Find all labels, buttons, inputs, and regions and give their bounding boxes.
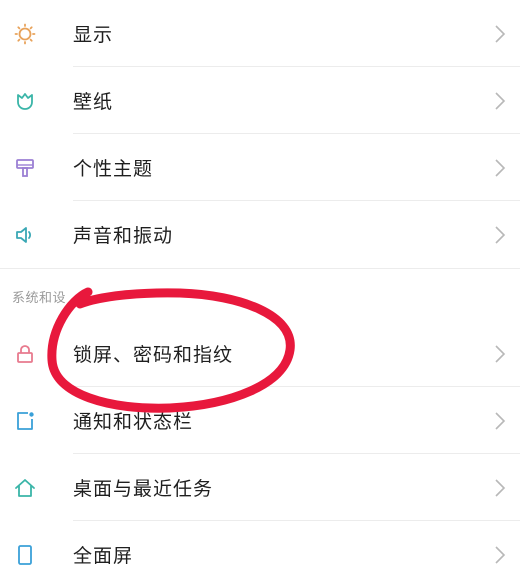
settings-item-label: 壁纸 [73,91,114,113]
settings-item-themes[interactable]: 个性主题 [0,134,520,201]
chevron-right-icon [495,158,506,177]
settings-item-label: 通知和状态栏 [73,411,194,433]
settings-item-label: 桌面与最近任务 [73,478,214,500]
settings-item-label: 声音和振动 [73,225,174,247]
lock-icon [14,343,36,365]
settings-list: 显示 壁纸 个性主题 声音和振动 系统和设 锁屏、密码和指纹 通知和状态栏 桌面… [0,0,520,588]
settings-item-sound[interactable]: 声音和振动 [0,201,520,268]
settings-item-lock-screen[interactable]: 锁屏、密码和指纹 [0,320,520,387]
settings-item-wallpaper[interactable]: 壁纸 [0,67,520,134]
speaker-icon [14,224,36,246]
settings-item-home-screen[interactable]: 桌面与最近任务 [0,454,520,521]
settings-item-label: 锁屏、密码和指纹 [73,344,234,366]
phone-icon [14,544,36,566]
chevron-right-icon [495,478,506,497]
chevron-right-icon [495,411,506,430]
settings-item-label: 个性主题 [73,158,154,180]
settings-item-label: 显示 [73,24,114,46]
section-header-label: 系统和设 [12,291,67,306]
settings-item-label: 全面屏 [73,545,134,567]
settings-item-display[interactable]: 显示 [0,0,520,67]
sun-icon [14,23,36,45]
paint-roller-icon [14,157,36,179]
section-header: 系统和设 [0,268,520,320]
notification-icon [14,410,36,432]
chevron-right-icon [495,344,506,363]
settings-item-full-screen[interactable]: 全面屏 [0,521,520,588]
tulip-icon [14,90,36,112]
chevron-right-icon [495,91,506,110]
home-icon [14,477,36,499]
chevron-right-icon [495,545,506,564]
chevron-right-icon [495,24,506,43]
settings-item-notifications[interactable]: 通知和状态栏 [0,387,520,454]
chevron-right-icon [495,225,506,244]
